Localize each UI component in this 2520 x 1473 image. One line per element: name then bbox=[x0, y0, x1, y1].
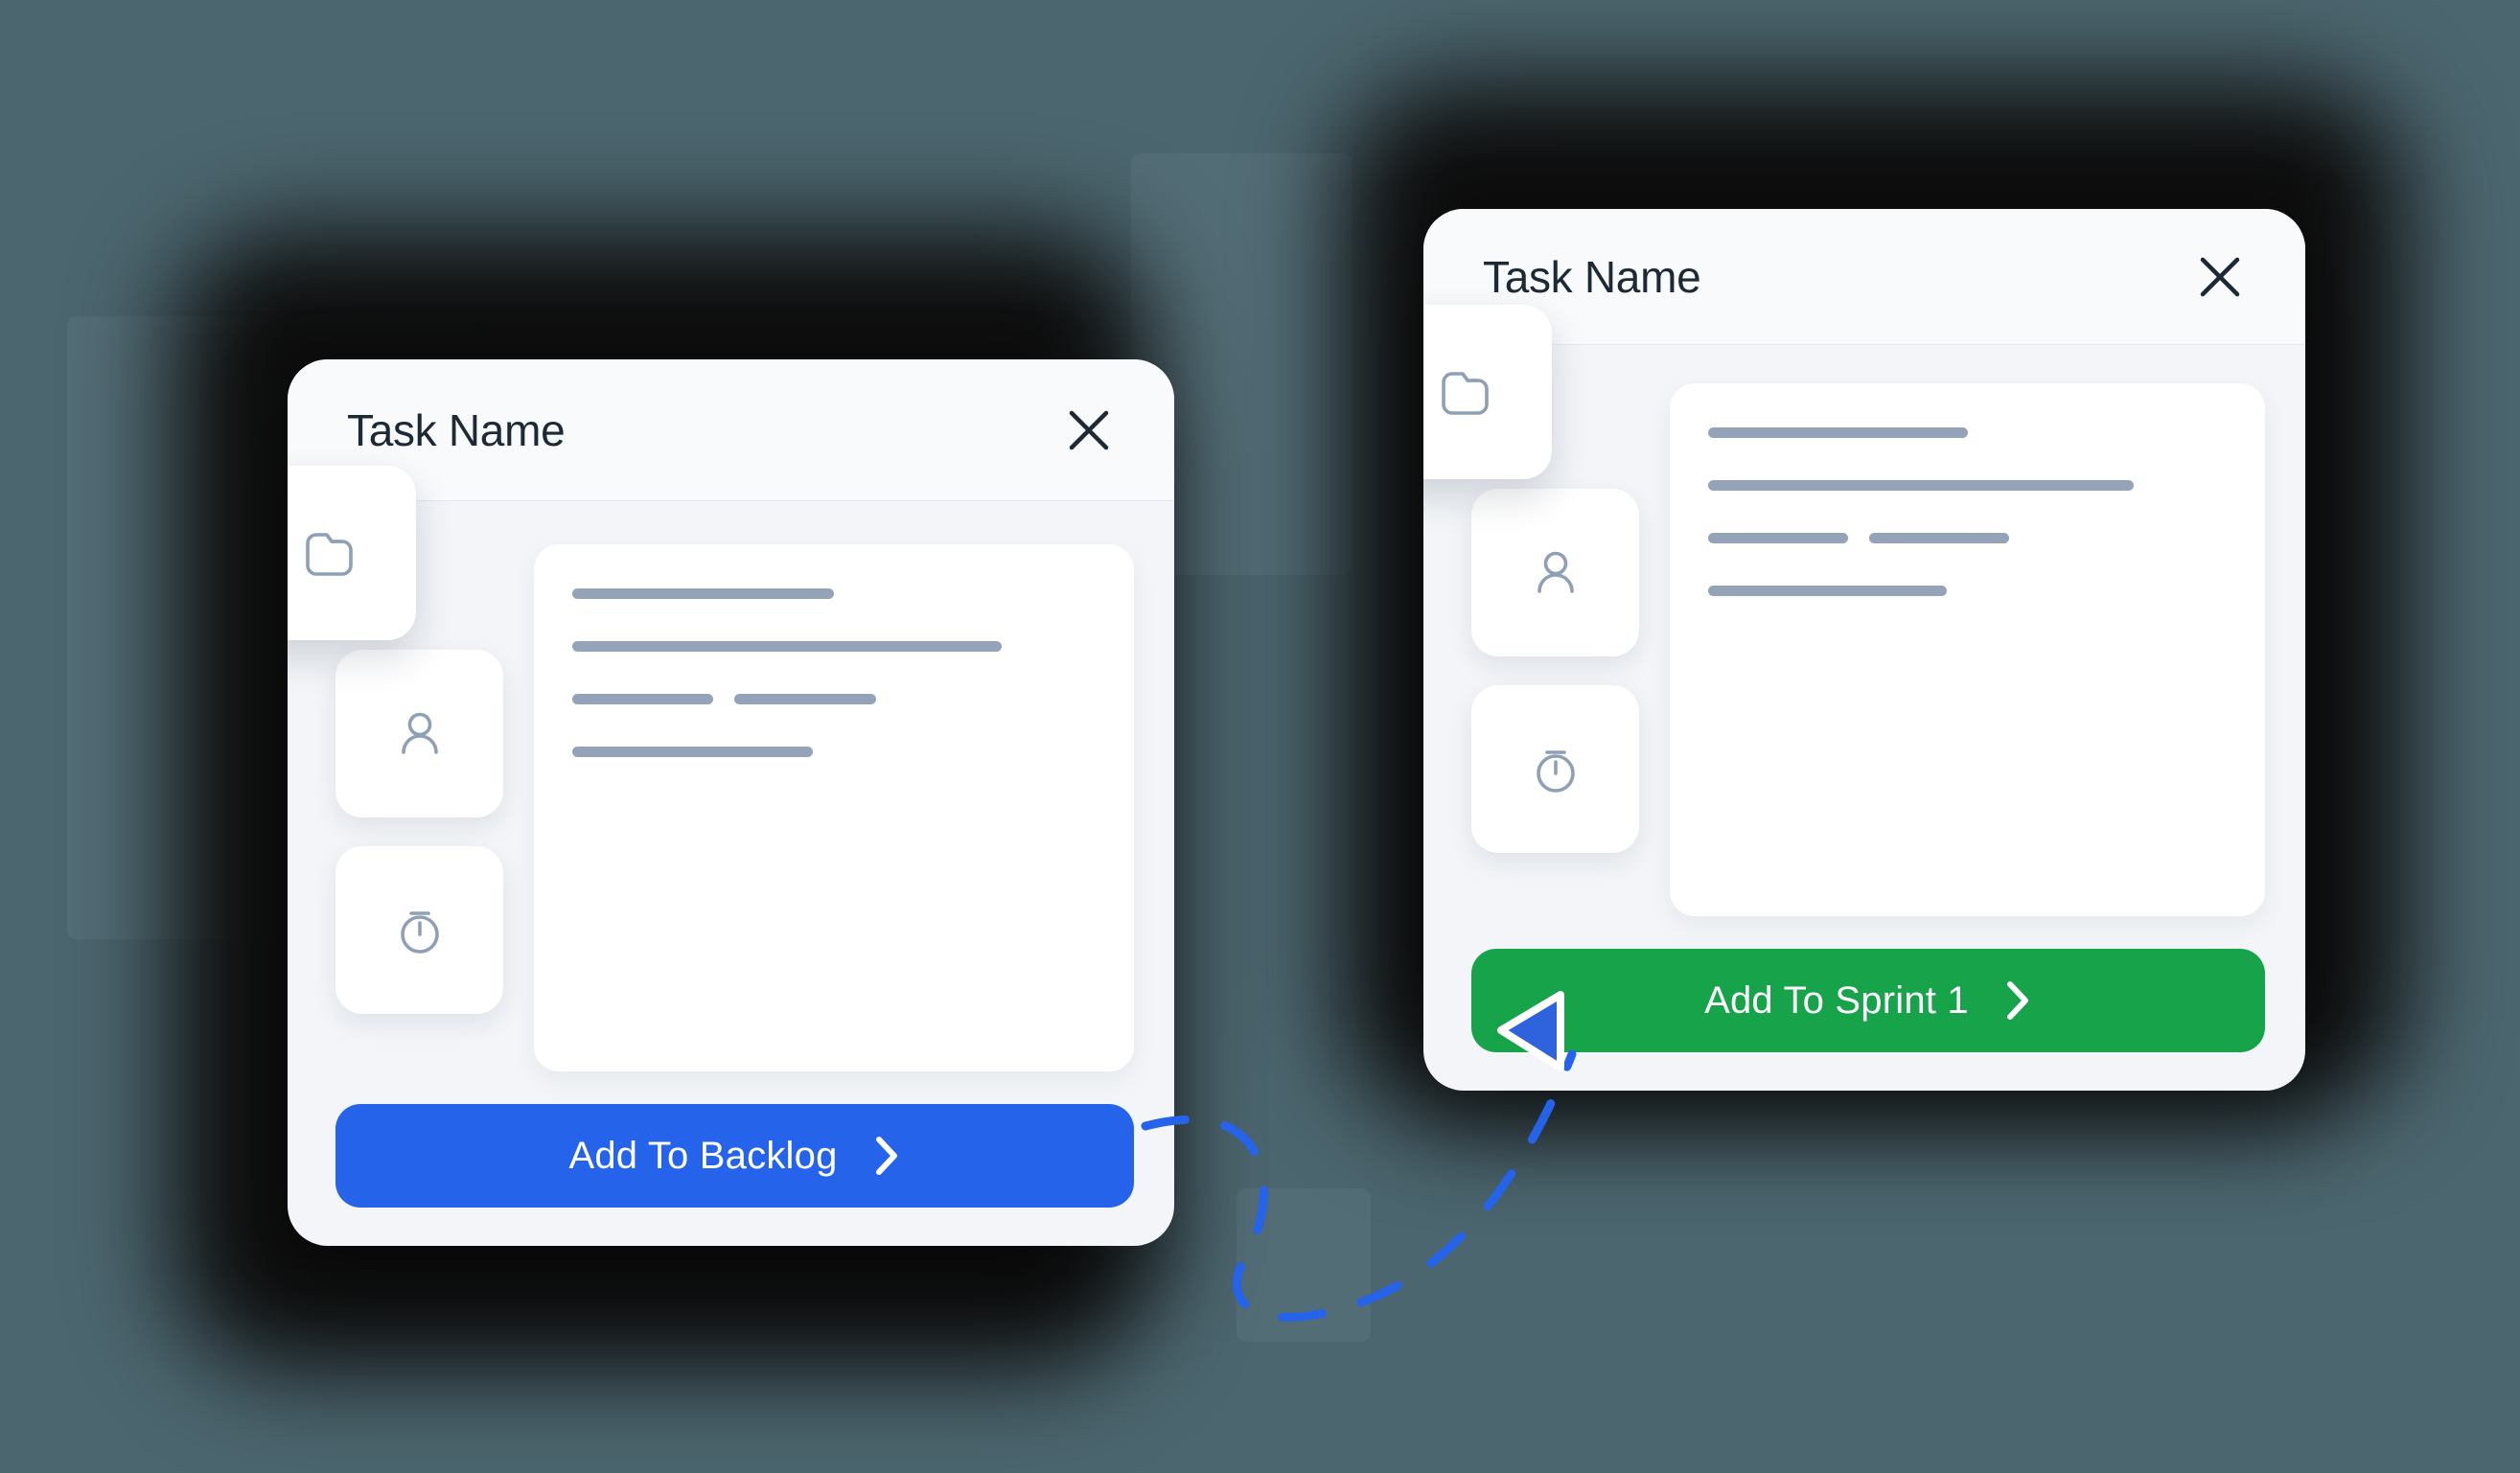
add-to-sprint-label: Add To Sprint 1 bbox=[1704, 978, 1969, 1022]
skeleton-line bbox=[572, 747, 1096, 757]
icon-rail bbox=[288, 466, 503, 1071]
card-header: Task Name bbox=[288, 359, 1174, 501]
person-icon bbox=[390, 704, 450, 764]
skeleton-line bbox=[572, 588, 1096, 599]
page-title: Task Name bbox=[347, 404, 566, 455]
scene-background: Task Name Add To Backlog Task Name Add T… bbox=[0, 0, 2520, 1473]
folder-icon bbox=[1431, 362, 1491, 422]
card-body: Add To Backlog bbox=[288, 466, 1174, 1246]
task-card-backlog: Task Name Add To Backlog bbox=[288, 359, 1174, 1246]
skeleton-line bbox=[1708, 533, 2227, 543]
assignee-tile-button[interactable] bbox=[1471, 489, 1639, 656]
page-title: Task Name bbox=[1483, 251, 1701, 302]
assignee-tile-button[interactable] bbox=[335, 650, 503, 817]
timer-icon bbox=[390, 901, 450, 960]
close-icon[interactable] bbox=[1059, 401, 1119, 460]
folder-tile-button[interactable] bbox=[288, 466, 416, 640]
skeleton-line bbox=[572, 641, 1096, 652]
estimate-tile-button[interactable] bbox=[1471, 685, 1639, 853]
timer-icon bbox=[1526, 740, 1585, 799]
description-panel bbox=[534, 544, 1134, 1071]
folder-icon bbox=[295, 523, 355, 583]
skeleton-line bbox=[1708, 480, 2227, 491]
description-panel bbox=[1670, 383, 2265, 916]
add-to-backlog-label: Add To Backlog bbox=[568, 1134, 838, 1177]
pointer-triangle-cursor bbox=[1497, 991, 1564, 1071]
card-header: Task Name bbox=[1423, 209, 2305, 345]
estimate-tile-button[interactable] bbox=[335, 846, 503, 1014]
skeleton-line bbox=[1708, 427, 2227, 438]
person-icon bbox=[1526, 543, 1585, 603]
background-ghost-shape bbox=[1237, 1188, 1371, 1342]
skeleton-line bbox=[572, 694, 1096, 704]
icon-rail bbox=[1423, 305, 1639, 916]
chevron-right-icon bbox=[872, 1135, 901, 1177]
task-card-sprint: Task Name Add To Sprint 1 bbox=[1423, 209, 2305, 1091]
skeleton-line bbox=[1708, 586, 2227, 596]
chevron-right-icon bbox=[2003, 979, 2032, 1022]
add-to-backlog-button[interactable]: Add To Backlog bbox=[335, 1104, 1134, 1208]
folder-tile-button[interactable] bbox=[1423, 305, 1552, 479]
close-icon[interactable] bbox=[2190, 247, 2250, 307]
